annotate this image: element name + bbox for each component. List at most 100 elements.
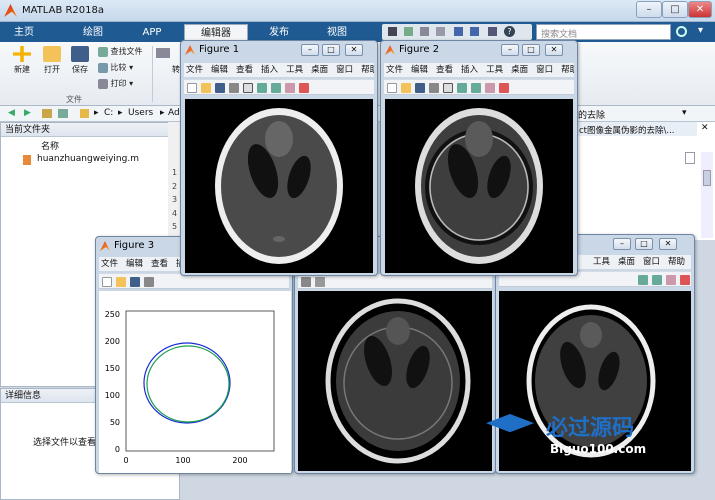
menu-help[interactable]: 帮助 <box>361 65 374 75</box>
zoom-in-icon[interactable] <box>257 83 267 93</box>
new-figure-icon[interactable] <box>187 83 197 93</box>
path-c[interactable]: C: <box>104 108 113 118</box>
menu-desktop[interactable]: 桌面 <box>311 65 328 75</box>
fig-minimize-button[interactable]: – <box>613 238 631 250</box>
back-icon[interactable]: ◀ <box>8 108 15 118</box>
menu-desktop[interactable]: 桌面 <box>511 65 528 75</box>
forward-icon[interactable]: ▶ <box>24 108 31 118</box>
menu-view[interactable]: 查看 <box>151 259 168 269</box>
tab-plots[interactable]: 绘图 <box>70 24 116 42</box>
menu-edit[interactable]: 编辑 <box>411 65 428 75</box>
menu-edit[interactable]: 编辑 <box>126 259 143 269</box>
figure2-window[interactable]: Figure 2 – □ ✕ 文件 编辑 查看 插入 工具 桌面 窗口 帮助 <box>380 40 578 276</box>
switch-windows-icon[interactable] <box>488 27 497 36</box>
print-icon[interactable] <box>229 83 239 93</box>
path-users[interactable]: Users <box>128 108 153 118</box>
menu-insert[interactable]: 插入 <box>261 65 278 75</box>
close-button[interactable]: ✕ <box>688 1 712 18</box>
copy-icon[interactable] <box>420 27 429 36</box>
undo-icon[interactable] <box>454 27 463 36</box>
goto-icon[interactable] <box>156 48 170 58</box>
new-figure-icon[interactable] <box>387 83 397 93</box>
menu-help[interactable]: 帮助 <box>561 65 574 75</box>
save-icon[interactable] <box>388 27 397 36</box>
print-button[interactable]: 打印 ▾ <box>98 78 133 89</box>
fig-close-button[interactable]: ✕ <box>545 44 563 56</box>
fig-maximize-button[interactable]: □ <box>635 238 653 250</box>
search-icon[interactable] <box>676 26 687 37</box>
scrollbar[interactable] <box>701 152 713 238</box>
zoom-out-icon[interactable] <box>471 83 481 93</box>
minimize-button[interactable]: – <box>636 1 662 18</box>
menu-tools[interactable]: 工具 <box>286 65 303 75</box>
pointer-icon[interactable] <box>315 277 325 287</box>
name-column-header[interactable]: 名称 <box>41 139 59 152</box>
redo-icon[interactable] <box>470 27 479 36</box>
menu-window[interactable]: 窗口 <box>643 257 660 267</box>
menu-window[interactable]: 窗口 <box>336 65 353 75</box>
goto-label[interactable]: 转 <box>172 64 180 75</box>
menu-tools[interactable]: 工具 <box>486 65 503 75</box>
datacursor-icon[interactable] <box>299 83 309 93</box>
menu-window[interactable]: 窗口 <box>536 65 553 75</box>
fig-minimize-button[interactable]: – <box>501 44 519 56</box>
datacursor-icon[interactable] <box>680 275 690 285</box>
pan-icon[interactable] <box>666 275 676 285</box>
menu-tools[interactable]: 工具 <box>593 257 610 267</box>
maximize-button[interactable]: □ <box>662 1 688 18</box>
find-files-button[interactable]: 查找文件 <box>98 46 143 57</box>
open-icon[interactable] <box>201 83 211 93</box>
path-ad[interactable]: Ad <box>168 108 180 118</box>
path-dropdown-icon[interactable]: ▾ <box>682 108 687 118</box>
open-button[interactable]: 打开 <box>38 46 66 75</box>
pin-icon[interactable]: ▾ <box>698 25 703 36</box>
paste-icon[interactable] <box>436 27 445 36</box>
pointer-icon[interactable] <box>443 83 453 93</box>
editor-options-icon[interactable] <box>685 152 695 164</box>
menu-help[interactable]: 帮助 <box>668 257 685 267</box>
save-icon[interactable] <box>415 83 425 93</box>
new-button[interactable]: 新建 <box>8 46 36 75</box>
figure1-window[interactable]: Figure 1 – □ ✕ 文件 编辑 查看 插入 工具 桌面 窗口 帮助 <box>180 40 378 276</box>
zoom-in-icon[interactable] <box>638 275 648 285</box>
datacursor-icon[interactable] <box>499 83 509 93</box>
new-figure-icon[interactable] <box>102 277 112 287</box>
zoom-in-icon[interactable] <box>457 83 467 93</box>
editor-tab-close-icon[interactable]: ✕ <box>701 123 709 133</box>
browse-icon[interactable] <box>58 109 68 118</box>
menu-file[interactable]: 文件 <box>101 259 118 269</box>
tab-apps[interactable]: APP <box>128 24 176 42</box>
menu-desktop[interactable]: 桌面 <box>618 257 635 267</box>
fig-maximize-button[interactable]: □ <box>522 44 540 56</box>
save-icon[interactable] <box>215 83 225 93</box>
menu-edit[interactable]: 编辑 <box>211 65 228 75</box>
fig-close-button[interactable]: ✕ <box>345 44 363 56</box>
print-icon[interactable] <box>429 83 439 93</box>
open-icon[interactable] <box>116 277 126 287</box>
open-icon[interactable] <box>401 83 411 93</box>
fig-maximize-button[interactable]: □ <box>322 44 340 56</box>
fig-minimize-button[interactable]: – <box>301 44 319 56</box>
zoom-out-icon[interactable] <box>271 83 281 93</box>
tab-home[interactable]: 主页 <box>2 24 46 42</box>
menu-view[interactable]: 查看 <box>436 65 453 75</box>
menu-insert[interactable]: 插入 <box>461 65 478 75</box>
cut-icon[interactable] <box>404 27 413 36</box>
zoom-out-icon[interactable] <box>652 275 662 285</box>
list-item[interactable]: huanzhuangweiying.m <box>9 153 179 167</box>
menu-file[interactable]: 文件 <box>386 65 403 75</box>
fig-close-button[interactable]: ✕ <box>659 238 677 250</box>
up-folder-icon[interactable] <box>42 109 52 118</box>
pan-icon[interactable] <box>485 83 495 93</box>
help-icon[interactable]: ? <box>504 26 515 37</box>
editor-tab[interactable]: ct图像金属伪影的去除\... <box>577 122 697 136</box>
save-button[interactable]: 保存 <box>66 46 94 75</box>
save-icon[interactable] <box>130 277 140 287</box>
editor-area[interactable]: ct图像金属伪影的去除\... ✕ <box>576 122 715 240</box>
compare-button[interactable]: 比较 ▾ <box>98 62 133 73</box>
pan-icon[interactable] <box>285 83 295 93</box>
search-input[interactable]: 搜索文档 <box>536 24 671 40</box>
pointer-icon[interactable] <box>243 83 253 93</box>
menu-view[interactable]: 查看 <box>236 65 253 75</box>
menu-file[interactable]: 文件 <box>186 65 203 75</box>
